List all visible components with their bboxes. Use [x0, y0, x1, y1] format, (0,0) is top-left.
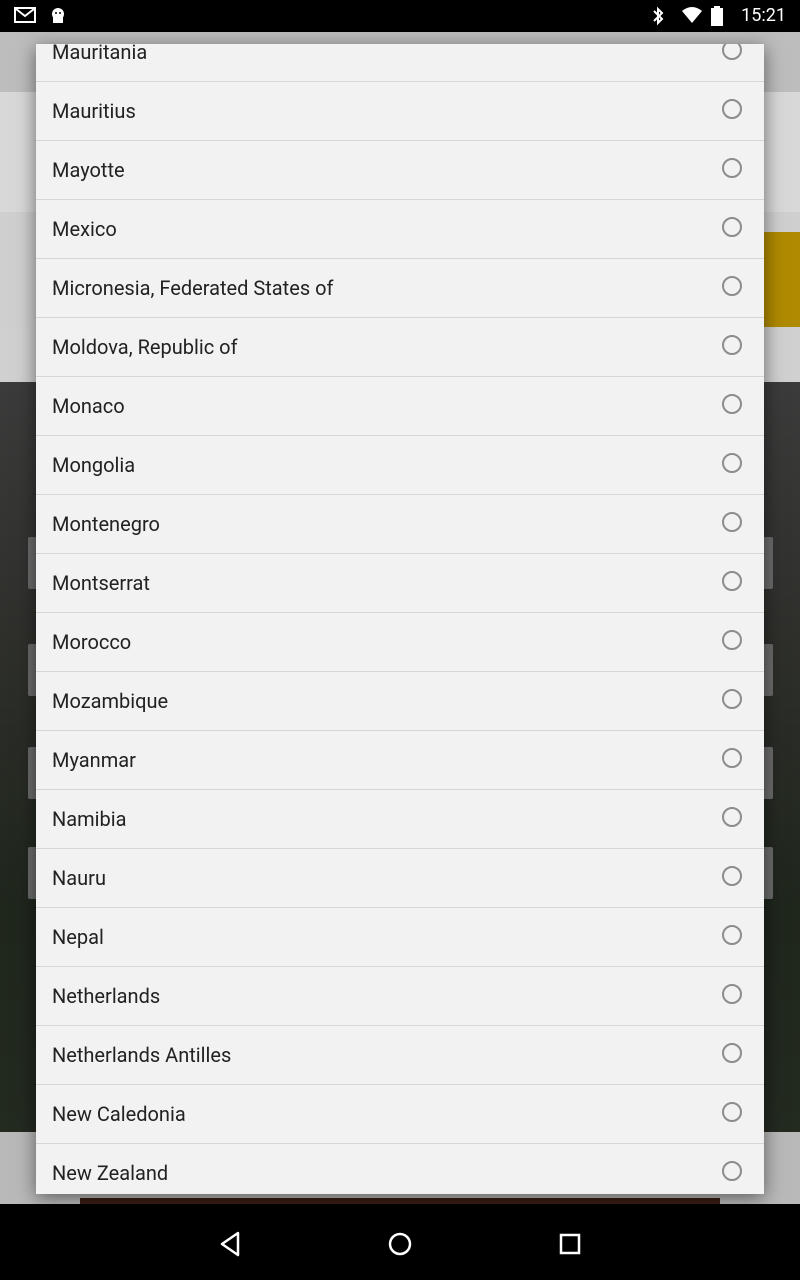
home-icon[interactable] [380, 1224, 420, 1264]
radio-button[interactable] [722, 925, 742, 945]
list-item-label: Morocco [52, 630, 132, 654]
list-item-label: Mauritania [52, 44, 148, 64]
list-item[interactable]: Mauritania [36, 44, 764, 82]
list-item-label: Mexico [52, 217, 117, 241]
bluetooth-icon [651, 6, 671, 26]
list-item-label: Nepal [52, 925, 104, 949]
list-item-label: Montserrat [52, 571, 150, 595]
navigation-bar [0, 1204, 800, 1280]
list-item-label: Micronesia, Federated States of [52, 276, 334, 300]
status-bar: 15:21 [0, 0, 800, 32]
recents-icon[interactable] [550, 1224, 590, 1264]
status-time: 15:21 [741, 5, 786, 26]
list-item-label: Nauru [52, 866, 106, 890]
list-item[interactable]: Netherlands Antilles [36, 1026, 764, 1085]
radio-button[interactable] [722, 453, 742, 473]
list-item[interactable]: Monaco [36, 377, 764, 436]
radio-button[interactable] [722, 689, 742, 709]
list-item-label: Mozambique [52, 689, 169, 713]
list-item[interactable]: Myanmar [36, 731, 764, 790]
country-list[interactable]: Mauritania Mauritius Mayotte Mexico Micr… [36, 44, 764, 1194]
radio-button[interactable] [722, 217, 742, 237]
battery-icon [711, 5, 731, 26]
radio-button[interactable] [722, 1102, 742, 1122]
radio-button[interactable] [722, 866, 742, 886]
radio-button[interactable] [722, 807, 742, 827]
radio-button[interactable] [722, 1043, 742, 1063]
gmail-icon [14, 6, 36, 26]
list-item[interactable]: Montenegro [36, 495, 764, 554]
list-item-label: Netherlands Antilles [52, 1043, 232, 1067]
radio-button[interactable] [722, 99, 742, 119]
list-item[interactable]: Mayotte [36, 141, 764, 200]
list-item[interactable]: Nepal [36, 908, 764, 967]
list-item[interactable]: Mauritius [36, 82, 764, 141]
back-icon[interactable] [210, 1224, 250, 1264]
list-item[interactable]: Nauru [36, 849, 764, 908]
country-select-dialog: Mauritania Mauritius Mayotte Mexico Micr… [36, 44, 764, 1194]
radio-button[interactable] [722, 571, 742, 591]
list-item-label: Netherlands [52, 984, 161, 1008]
radio-button[interactable] [722, 158, 742, 178]
radio-button[interactable] [722, 394, 742, 414]
list-item[interactable]: Netherlands [36, 967, 764, 1026]
list-item[interactable]: Montserrat [36, 554, 764, 613]
list-item-label: New Caledonia [52, 1102, 186, 1126]
list-item[interactable]: Namibia [36, 790, 764, 849]
list-item[interactable]: New Zealand [36, 1144, 764, 1194]
radio-button[interactable] [722, 335, 742, 355]
list-item-label: Myanmar [52, 748, 136, 772]
list-item-label: Namibia [52, 807, 127, 831]
list-item[interactable]: Micronesia, Federated States of [36, 259, 764, 318]
android-icon [48, 6, 68, 26]
radio-button[interactable] [722, 276, 742, 296]
radio-button[interactable] [722, 748, 742, 768]
list-item[interactable]: Mexico [36, 200, 764, 259]
list-item-label: New Zealand [52, 1161, 169, 1185]
radio-button[interactable] [722, 984, 742, 1004]
radio-button[interactable] [722, 630, 742, 650]
list-item-label: Moldova, Republic of [52, 335, 238, 359]
list-item-label: Mauritius [52, 99, 136, 123]
list-item[interactable]: Mozambique [36, 672, 764, 731]
list-item[interactable]: Moldova, Republic of [36, 318, 764, 377]
list-item-label: Mongolia [52, 453, 136, 477]
wifi-icon [681, 6, 703, 26]
list-item[interactable]: New Caledonia [36, 1085, 764, 1144]
radio-button[interactable] [722, 1161, 742, 1181]
list-item[interactable]: Mongolia [36, 436, 764, 495]
radio-button[interactable] [722, 512, 742, 532]
radio-button[interactable] [722, 44, 742, 60]
list-item[interactable]: Morocco [36, 613, 764, 672]
list-item-label: Mayotte [52, 158, 125, 182]
list-item-label: Montenegro [52, 512, 160, 536]
list-item-label: Monaco [52, 394, 125, 418]
